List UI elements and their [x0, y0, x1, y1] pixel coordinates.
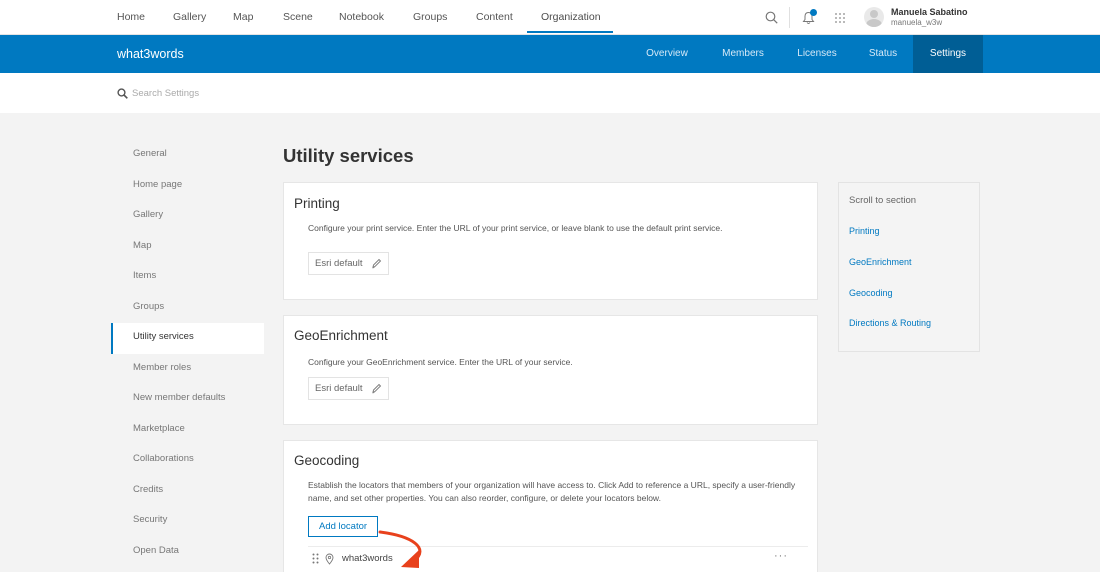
sidebar-item-groups[interactable]: Groups: [111, 293, 264, 324]
tab-licenses[interactable]: Licenses: [786, 35, 848, 73]
sidebar-item-map[interactable]: Map: [111, 232, 264, 263]
print-service-value: Esri default: [315, 258, 363, 269]
tab-members[interactable]: Members: [710, 35, 776, 73]
search-icon: [117, 86, 128, 104]
scroll-to-section-panel: Scroll to section Printing GeoEnrichment…: [838, 182, 980, 352]
top-navigation: Home Gallery Map Scene Notebook Groups C…: [0, 0, 1100, 35]
settings-search-bar: [0, 73, 1100, 113]
geoenrichment-heading: GeoEnrichment: [294, 328, 388, 343]
nav-separator: [789, 7, 790, 28]
sidebar-item-marketplace[interactable]: Marketplace: [111, 415, 264, 446]
search-icon[interactable]: [763, 0, 779, 35]
tab-status[interactable]: Status: [857, 35, 909, 73]
printing-description: Configure your print service. Enter the …: [308, 223, 723, 233]
page-title: Utility services: [283, 145, 414, 166]
sidebar-item-home-page[interactable]: Home page: [111, 171, 264, 202]
geocoding-heading: Geocoding: [294, 453, 360, 468]
app-launcher-icon[interactable]: [832, 0, 848, 35]
organization-header: what3words Overview Members Licenses Sta…: [0, 35, 1100, 73]
notification-badge: [810, 9, 817, 16]
printing-heading: Printing: [294, 196, 340, 211]
nav-link-content[interactable]: Content: [476, 0, 513, 35]
search-settings-input[interactable]: [132, 84, 432, 102]
print-service-field[interactable]: Esri default: [308, 252, 389, 275]
user-full-name[interactable]: Manuela Sabatino: [891, 7, 968, 17]
sidebar-item-member-roles[interactable]: Member roles: [111, 354, 264, 385]
nav-link-scene[interactable]: Scene: [283, 0, 313, 35]
sidebar-item-new-member-defaults[interactable]: New member defaults: [111, 384, 264, 415]
sidebar-item-general[interactable]: General: [111, 140, 264, 171]
geoenrichment-card: GeoEnrichment Configure your GeoEnrichme…: [283, 315, 818, 425]
nav-link-groups[interactable]: Groups: [413, 0, 447, 35]
active-nav-indicator: [527, 31, 613, 33]
map-pin-icon: [325, 553, 334, 565]
sidebar-item-items[interactable]: Items: [111, 262, 264, 293]
edit-pencil-icon[interactable]: [371, 383, 382, 394]
geoenrichment-service-field[interactable]: Esri default: [308, 377, 389, 400]
add-locator-button[interactable]: Add locator: [308, 516, 379, 537]
locator-row[interactable]: what3words ···: [308, 546, 808, 570]
toc-link-geoenrichment[interactable]: GeoEnrichment: [849, 257, 912, 267]
geocoding-description: Establish the locators that members of y…: [308, 480, 796, 503]
toc-link-printing[interactable]: Printing: [849, 226, 880, 236]
user-handle[interactable]: manuela_w3w: [891, 18, 942, 27]
toc-link-geocoding[interactable]: Geocoding: [849, 288, 893, 298]
edit-pencil-icon[interactable]: [371, 258, 382, 269]
drag-handle-icon[interactable]: [312, 553, 319, 564]
notifications-icon[interactable]: [800, 0, 816, 35]
printing-card: Printing Configure your print service. E…: [283, 182, 818, 300]
sidebar-item-open-data[interactable]: Open Data: [111, 537, 264, 568]
geocoding-card: Geocoding Establish the locators that me…: [283, 440, 818, 572]
tab-overview[interactable]: Overview: [633, 35, 701, 73]
nav-link-map[interactable]: Map: [233, 0, 253, 35]
organization-title: what3words: [117, 47, 184, 61]
sidebar-item-credits[interactable]: Credits: [111, 476, 264, 507]
nav-link-organization[interactable]: Organization: [541, 0, 601, 35]
sidebar-item-security[interactable]: Security: [111, 506, 264, 537]
toc-link-directions-routing[interactable]: Directions & Routing: [849, 318, 931, 328]
nav-link-gallery[interactable]: Gallery: [173, 0, 206, 35]
scroll-to-section-heading: Scroll to section: [849, 195, 917, 206]
sidebar-item-gallery[interactable]: Gallery: [111, 201, 264, 232]
more-options-icon[interactable]: ···: [774, 550, 788, 562]
tab-settings[interactable]: Settings: [913, 35, 983, 73]
sidebar-item-utility-services[interactable]: Utility services: [111, 323, 264, 354]
locator-name: what3words: [342, 553, 393, 564]
geoenrichment-service-value: Esri default: [315, 383, 363, 394]
settings-sidebar: General Home page Gallery Map Items Grou…: [111, 140, 264, 567]
sidebar-item-collaborations[interactable]: Collaborations: [111, 445, 264, 476]
geoenrichment-description: Configure your GeoEnrichment service. En…: [308, 357, 573, 367]
avatar[interactable]: [864, 7, 884, 27]
nav-link-home[interactable]: Home: [117, 0, 145, 35]
nav-link-notebook[interactable]: Notebook: [339, 0, 384, 35]
